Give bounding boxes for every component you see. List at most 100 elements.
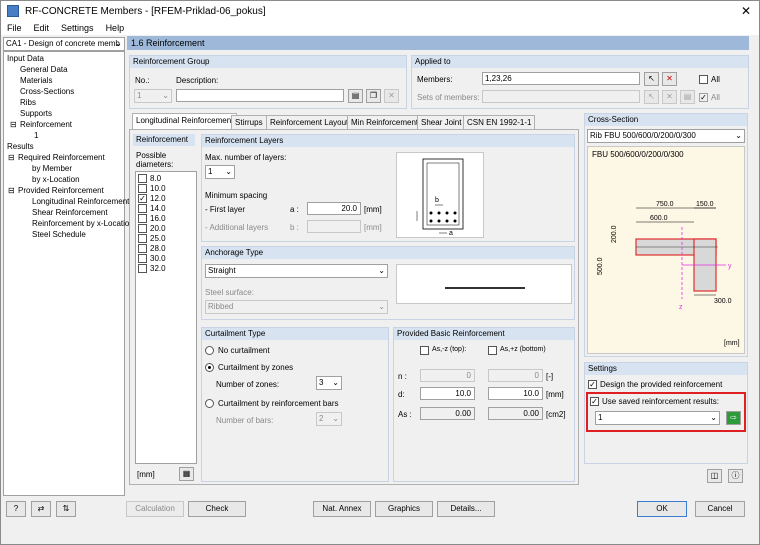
tree-by-x-location[interactable]: by x-Location (32, 175, 80, 184)
diameter-checkbox[interactable] (138, 234, 147, 243)
details-button[interactable]: Details... (437, 501, 495, 517)
tree-expand-icon[interactable]: ⊟ (8, 153, 15, 162)
bars-select[interactable]: 2 ⌄ (316, 412, 342, 426)
tree-materials[interactable]: Materials (20, 76, 52, 85)
diameter-checkbox[interactable] (138, 174, 147, 183)
anchorage-type-select[interactable]: Straight ⌄ (205, 264, 388, 278)
no-curtailment-radio[interactable] (205, 346, 214, 355)
bottom-reinf-checkbox[interactable] (488, 346, 497, 355)
clear-x-icon[interactable]: ✕ (662, 90, 677, 104)
all-sets-checkbox[interactable]: ✓ (699, 93, 708, 102)
case-select[interactable]: CA1 - Design of concrete memb ⌄ (3, 37, 125, 51)
cross-section-select[interactable]: Rib FBU 500/600/0/200/0/300 ⌄ (587, 129, 745, 143)
n-top-input[interactable]: 0 (420, 369, 475, 382)
tree-required-reinforcement[interactable]: Required Reinforcement (18, 153, 105, 162)
diameter-item: 28.0 (150, 244, 166, 253)
description-input[interactable] (176, 89, 344, 102)
tree-expand-icon[interactable]: ⊟ (10, 120, 17, 129)
panel-title: Settings (585, 363, 747, 375)
tree-shear-reinforcement[interactable]: Shear Reinforcement (32, 208, 108, 217)
import-icon[interactable]: ⇨ (726, 411, 741, 425)
tree-supports[interactable]: Supports (20, 109, 52, 118)
ok-button[interactable]: OK (637, 501, 687, 517)
diameter-checkbox[interactable] (138, 204, 147, 213)
new-icon[interactable]: ▤ (348, 89, 363, 103)
diameter-checkbox[interactable] (138, 184, 147, 193)
zones-select[interactable]: 3 ⌄ (316, 376, 342, 390)
export-icon[interactable]: ⇄ (31, 501, 51, 517)
tab-min-reinforcement[interactable]: Min Reinforcement (347, 115, 423, 129)
settings-icon[interactable]: ⇅ (56, 501, 76, 517)
diameter-item: 32.0 (150, 264, 166, 273)
menu-help[interactable]: Help (106, 23, 125, 33)
tree-by-member[interactable]: by Member (32, 164, 72, 173)
n-bottom-input[interactable]: 0 (488, 369, 543, 382)
saved-results-select[interactable]: 1 ⌄ (595, 411, 720, 425)
section-header: 1.6 Reinforcement (127, 36, 749, 50)
curtailment-zones-radio[interactable] (205, 363, 214, 372)
curtailment-bars-radio[interactable] (205, 399, 214, 408)
tree-cross-sections[interactable]: Cross-Sections (20, 87, 74, 96)
tree-reinforcement-by-x[interactable]: Reinforcement by x-Location (32, 219, 134, 228)
diameter-checkbox[interactable] (138, 244, 147, 253)
graphics-button[interactable]: Graphics (375, 501, 433, 517)
tab-csn-en[interactable]: CSN EN 1992-1-1 (463, 115, 536, 129)
new-icon[interactable]: ▤ (680, 90, 695, 104)
diameter-checkbox[interactable] (138, 254, 147, 263)
cancel-button[interactable]: Cancel (695, 501, 745, 517)
tree-reinforcement[interactable]: Reinforcement (20, 120, 72, 129)
close-icon[interactable]: ✕ (741, 4, 751, 18)
reinforcement-layers-panel: Reinforcement Layers Max. number of laye… (201, 134, 575, 242)
tree-general-data[interactable]: General Data (20, 65, 68, 74)
tree-input-data[interactable]: Input Data (7, 54, 44, 63)
view-icon[interactable]: ◫ (707, 469, 722, 483)
edit-icon[interactable]: ▦ (179, 467, 194, 481)
clear-x-icon[interactable]: ✕ (662, 72, 677, 86)
tab-stirrups[interactable]: Stirrups (231, 115, 267, 129)
select-pointer-icon[interactable]: ↖ (644, 90, 659, 104)
info-icon[interactable]: ⓘ (728, 469, 743, 483)
top-reinf-checkbox[interactable] (420, 346, 429, 355)
select-pointer-icon[interactable]: ↖ (644, 72, 659, 86)
max-layers-select[interactable]: 1 ⌄ (205, 165, 235, 179)
diameter-checkbox[interactable] (138, 214, 147, 223)
tree-ribs[interactable]: Ribs (20, 98, 36, 107)
help-icon[interactable]: ? (6, 501, 26, 517)
tab-shear-joint[interactable]: Shear Joint (417, 115, 466, 129)
tree-steel-schedule[interactable]: Steel Schedule (32, 230, 86, 239)
check-button[interactable]: Check (188, 501, 246, 517)
menu-settings[interactable]: Settings (61, 23, 94, 33)
d-top-input[interactable]: 10.0 (420, 387, 475, 400)
members-input[interactable]: 1,23,26 (482, 72, 640, 85)
provided-basic-panel: Provided Basic Reinforcement As,-z (top)… (393, 327, 575, 482)
menu-file[interactable]: File (7, 23, 22, 33)
group-number-value: 1 (137, 91, 142, 100)
nat-annex-button[interactable]: Nat. Annex (313, 501, 371, 517)
tree-results[interactable]: Results (7, 142, 34, 151)
tree-reinforcement-1[interactable]: 1 (34, 131, 38, 140)
all-members-checkbox[interactable] (699, 75, 708, 84)
tree-provided-reinforcement[interactable]: Provided Reinforcement (18, 186, 104, 195)
menu-edit[interactable]: Edit (34, 23, 50, 33)
diameter-checkbox[interactable] (138, 264, 147, 273)
tab-longitudinal[interactable]: Longitudinal Reinforcement (132, 113, 238, 130)
diameter-checkbox[interactable]: ✓ (138, 194, 147, 203)
diameter-checkbox[interactable] (138, 224, 147, 233)
use-saved-checkbox[interactable]: ✓ (590, 397, 599, 406)
tab-reinforcement-layout[interactable]: Reinforcement Layout (266, 115, 353, 129)
tree-expand-icon[interactable]: ⊟ (8, 186, 15, 195)
steel-surface-select[interactable]: Ribbed ⌄ (205, 300, 388, 314)
additional-layers-input[interactable] (307, 220, 361, 233)
main-window: RF-CONCRETE Members - [RFEM-Priklad-06_p… (0, 0, 760, 545)
tree-longitudinal-reinforcement[interactable]: Longitudinal Reinforcement (32, 197, 129, 206)
max-layers-label: Max. number of layers: (205, 153, 287, 162)
calculation-button[interactable]: Calculation (126, 501, 184, 517)
group-number-select[interactable]: 1 ⌄ (134, 89, 172, 103)
first-layer-input[interactable]: 20.0 (307, 202, 361, 215)
diameters-list: 8.0 10.0 ✓ 12.0 14.0 16.0 20.0 25.0 28.0 … (135, 171, 197, 464)
copy-icon[interactable]: ❐ (366, 89, 381, 103)
sets-input[interactable] (482, 90, 640, 103)
design-provided-checkbox[interactable]: ✓ (588, 380, 597, 389)
delete-icon[interactable]: ✕ (384, 89, 399, 103)
d-bottom-input[interactable]: 10.0 (488, 387, 543, 400)
